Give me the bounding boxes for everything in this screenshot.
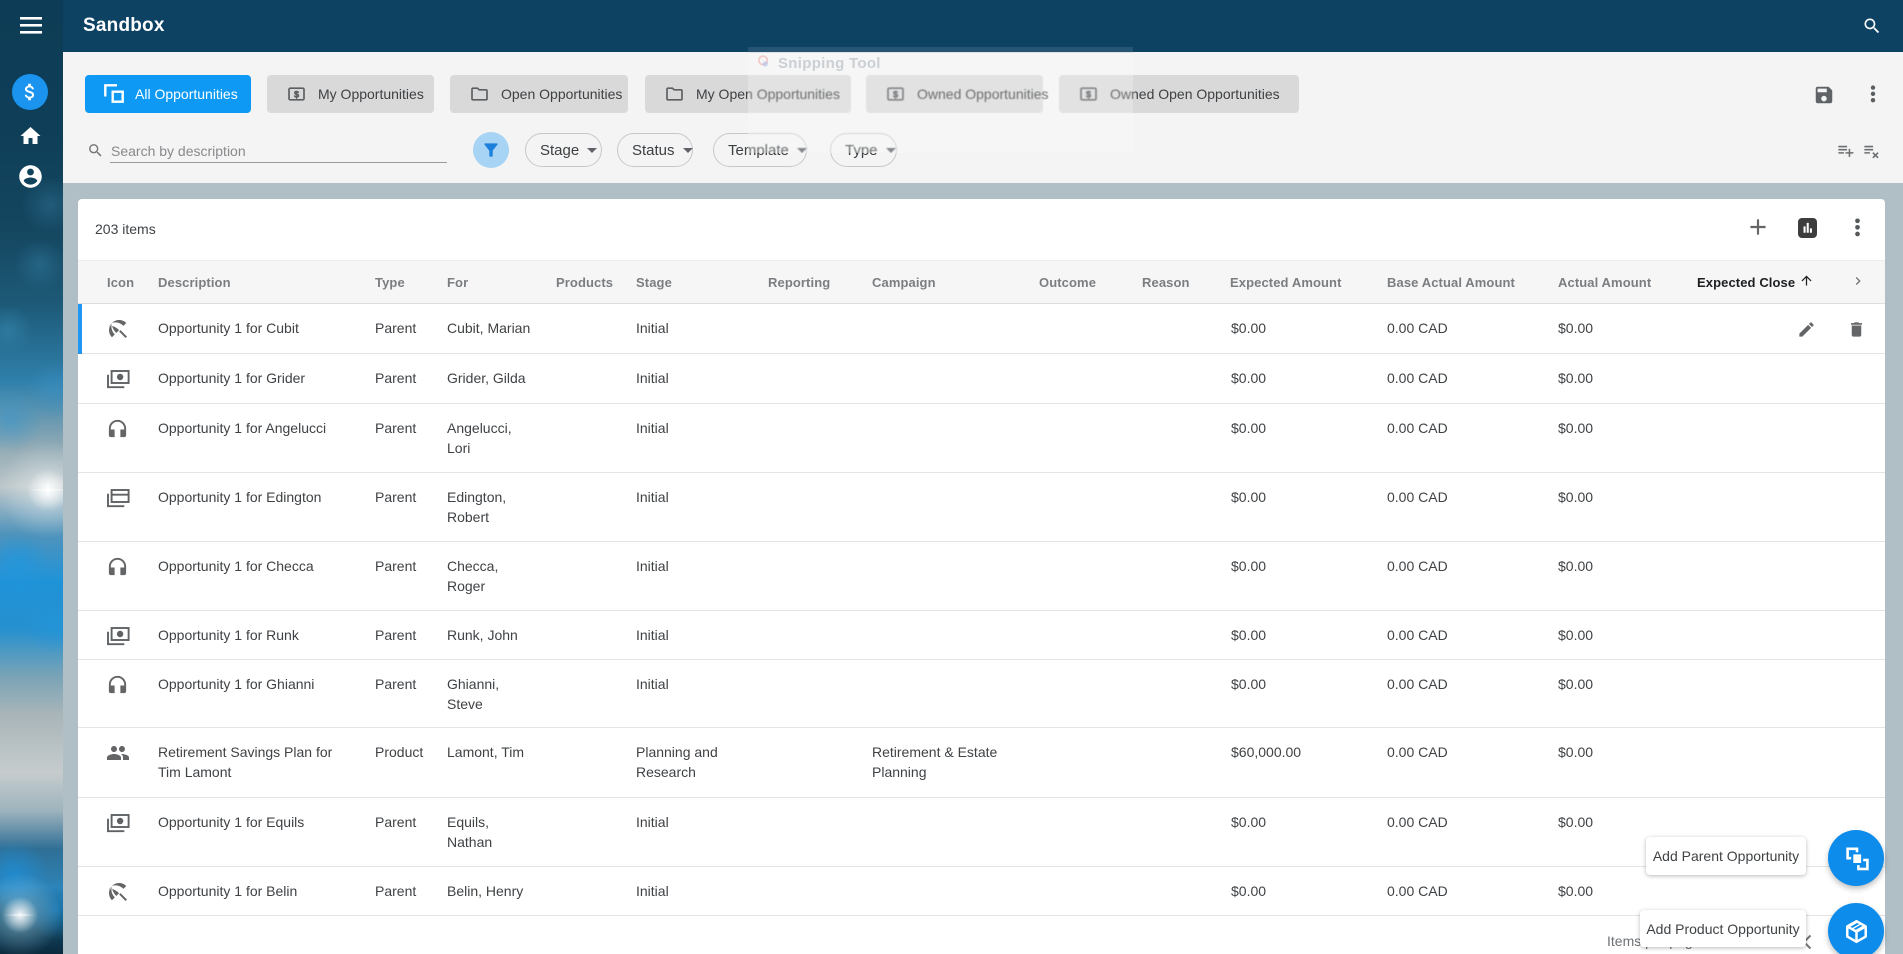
svg-text:$: $: [294, 89, 299, 99]
